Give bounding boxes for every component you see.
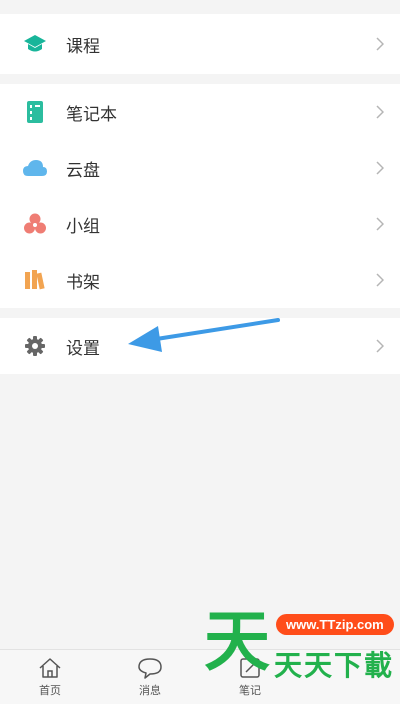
tab-notes-label: 笔记 [239, 684, 261, 697]
menu-label-bookshelf: 书架 [66, 272, 100, 293]
menu-item-course[interactable]: 课程 [0, 14, 400, 74]
chevron-right-icon [374, 161, 386, 175]
annotation-arrow-icon [128, 318, 280, 352]
tab-home-label: 首页 [39, 684, 61, 697]
chevron-right-icon [374, 273, 386, 287]
menu-item-bookshelf[interactable]: 书架 [0, 252, 400, 308]
watermark-logo: 天 www.TTzip.com 天天下載 [204, 606, 396, 682]
menu-item-cloud[interactable]: 云盘 [0, 140, 400, 196]
chat-bubble-icon [137, 656, 163, 680]
tab-messages-label: 消息 [139, 684, 161, 697]
bookshelf-icon [22, 267, 48, 293]
group-icon [22, 211, 48, 237]
menu-group-courses: 课程 [0, 14, 400, 74]
menu-label-cloud: 云盘 [66, 160, 100, 181]
chevron-right-icon [374, 105, 386, 119]
watermark-url: www.TTzip.com [276, 614, 394, 635]
watermark-big-char: 天 [204, 603, 270, 680]
menu-label-notebook: 笔记本 [66, 104, 117, 125]
home-icon [37, 656, 63, 680]
section-divider [0, 74, 400, 84]
cloud-icon [22, 155, 48, 181]
watermark-text: 天天下載 [274, 649, 395, 682]
notebook-icon [22, 99, 48, 125]
menu-group-tools: 笔记本 云盘 小组 书架 [0, 84, 400, 308]
gear-icon [22, 333, 48, 359]
graduation-cap-icon [22, 31, 48, 57]
chevron-right-icon [374, 37, 386, 51]
tab-home[interactable]: 首页 [0, 650, 100, 704]
top-strip [0, 0, 400, 14]
chevron-right-icon [374, 339, 386, 353]
menu-label-group: 小组 [66, 216, 100, 237]
menu-item-group[interactable]: 小组 [0, 196, 400, 252]
tab-messages[interactable]: 消息 [100, 650, 200, 704]
menu-item-notebook[interactable]: 笔记本 [0, 84, 400, 140]
chevron-right-icon [374, 217, 386, 231]
menu-label-course: 课程 [66, 36, 100, 57]
